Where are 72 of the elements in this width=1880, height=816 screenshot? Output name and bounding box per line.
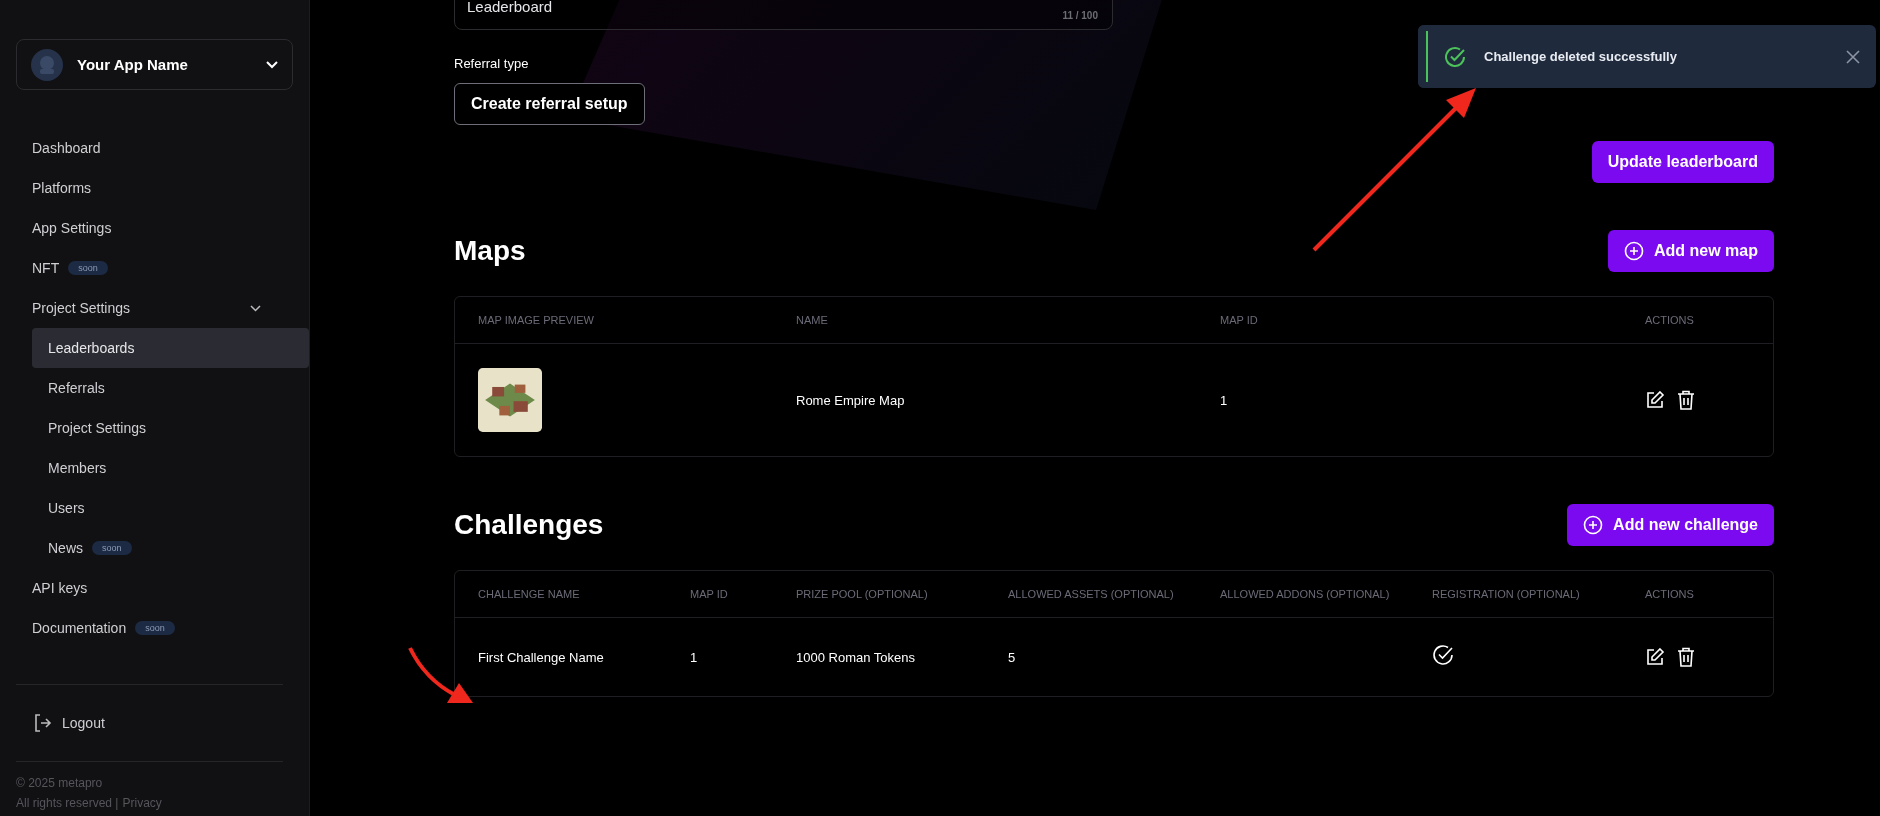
nav-item[interactable]: NFT soon [16, 248, 293, 288]
column-header: ACTIONS [1645, 588, 1695, 600]
character-counter: 11 / 100 [1062, 10, 1098, 21]
rights-text: All rights reserved | [16, 796, 119, 810]
nav-item[interactable]: App Settings [16, 208, 293, 248]
add-challenge-button[interactable]: Add new challenge [1567, 504, 1774, 546]
nav-label: Project Settings [48, 420, 147, 436]
nav-item[interactable]: Documentation soon [16, 608, 293, 648]
nav-item[interactable]: Project Settings [16, 288, 293, 328]
nav-item[interactable]: Leaderboards [32, 328, 309, 368]
column-header: CHALLENGE NAME [478, 588, 581, 600]
trash-icon[interactable] [1677, 390, 1695, 410]
column-header: ALLOWED ASSETS (OPTIONAL) [1008, 588, 1175, 600]
column-header: MAP ID [1220, 314, 1259, 326]
nav-label: Users [48, 500, 85, 516]
nav-label: Documentation [32, 620, 127, 636]
table-cell-text: 1 [1220, 392, 1229, 408]
edit-icon[interactable] [1645, 390, 1665, 410]
table-cell-text: First Challenge Name [478, 649, 605, 665]
nav-label: API keys [32, 580, 88, 596]
add-map-button[interactable]: Add new map [1608, 230, 1774, 272]
name-field[interactable]: Leaderboard 11 / 100 [454, 0, 1113, 30]
column-header: REGISTRATION (OPTIONAL) [1432, 588, 1581, 600]
update-leaderboard-button[interactable]: Update leaderboard [1591, 141, 1774, 183]
column-header: MAP IMAGE PREVIEW [478, 314, 595, 326]
referral-type-label: Referral type [454, 56, 529, 71]
soon-badge: soon [135, 621, 175, 635]
logout-icon [32, 713, 52, 733]
soon-badge: soon [92, 541, 132, 555]
toast-message: Challenge deleted successfully [1484, 49, 1678, 64]
table-cell-text: Rome Empire Map [796, 392, 906, 408]
nav-item[interactable]: Platforms [16, 168, 293, 208]
nav-label: Platforms [32, 180, 92, 196]
plus-circle-icon [1583, 515, 1604, 535]
plus-circle-icon [1624, 241, 1644, 261]
close-icon[interactable] [1846, 49, 1860, 64]
nav-label: NFT [32, 260, 60, 276]
app-avatar-icon [31, 48, 63, 81]
check-circle-icon [1444, 45, 1466, 68]
nav-item[interactable]: Members [32, 448, 309, 488]
table-cell-text: 1 [690, 649, 699, 665]
nav-item[interactable]: Referrals [32, 368, 309, 408]
column-header: NAME [796, 314, 829, 326]
column-header: MAP ID [690, 588, 729, 600]
nav-label: Referrals [48, 380, 105, 396]
app-selector[interactable]: Your App Name [16, 39, 293, 90]
nav-label: Members [48, 460, 107, 476]
nav-label: App Settings [32, 220, 112, 236]
nav-item[interactable]: News soon [32, 528, 309, 568]
nav-label: Leaderboards [48, 340, 135, 356]
column-header: ACTIONS [1645, 314, 1695, 326]
section-title: Maps [454, 235, 526, 267]
logout-button[interactable]: Logout [16, 685, 293, 761]
copyright-text: © 2025 metapro [16, 776, 104, 790]
column-header: ALLOWED ADDONS (OPTIONAL) [1220, 588, 1391, 600]
column-header: PRIZE POOL (OPTIONAL) [796, 588, 929, 600]
nav-item[interactable]: Project Settings [32, 408, 309, 448]
nav-item[interactable]: Users [32, 488, 309, 528]
trash-icon[interactable] [1677, 647, 1695, 667]
table-cell-text: 1000 Roman Tokens [796, 649, 916, 665]
nav-label: News [48, 540, 83, 556]
soon-badge: soon [68, 261, 108, 275]
nav-label: Project Settings [32, 300, 131, 316]
create-referral-button[interactable]: Create referral setup [454, 83, 645, 125]
chevron-down-icon [266, 60, 278, 69]
section-title: Challenges [454, 509, 604, 541]
map-thumbnail-drawing [478, 368, 542, 432]
edit-icon[interactable] [1645, 647, 1665, 667]
nav-item[interactable]: Dashboard [16, 128, 293, 168]
nav-item[interactable]: API keys [16, 568, 293, 608]
nav-label: Dashboard [32, 140, 101, 156]
table-cell-text: 5 [1008, 649, 1017, 665]
